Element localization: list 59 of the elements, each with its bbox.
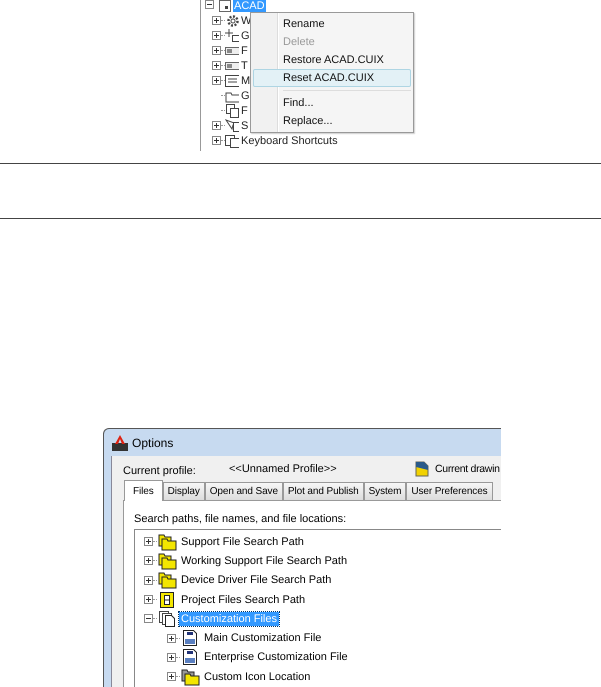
window-title: Options <box>132 436 174 450</box>
expand-icon[interactable] <box>212 136 221 145</box>
cursor-icon <box>225 118 239 132</box>
drawing-label: Current drawin <box>435 463 500 475</box>
menu-item[interactable]: Replace... <box>253 112 411 130</box>
expand-icon[interactable] <box>167 634 176 643</box>
cui-file-icon <box>180 648 200 666</box>
drawing-file-icon <box>415 461 429 477</box>
tree-item[interactable]: Support File Search Path <box>179 534 306 549</box>
tree-item[interactable]: F <box>240 104 249 116</box>
tree-item[interactable]: Project Files Search Path <box>179 592 308 607</box>
tree-item[interactable]: T <box>240 60 249 72</box>
tab[interactable]: Open and Save <box>204 482 283 500</box>
tree-item[interactable]: F <box>240 44 249 56</box>
tree-item[interactable]: G <box>240 30 251 42</box>
collapse-icon[interactable] <box>205 0 214 12</box>
gear-icon <box>225 14 239 28</box>
folders-icon <box>180 668 200 686</box>
menu-item[interactable]: Reset ACAD.CUIX <box>253 69 411 87</box>
expand-icon[interactable] <box>212 121 221 130</box>
expand-icon[interactable] <box>212 46 221 55</box>
list-label: Search paths, file names, and file locations: <box>134 513 348 525</box>
tab[interactable]: Plot and Publish <box>282 482 364 500</box>
menu-item[interactable]: Restore ACAD.CUIX <box>253 51 411 69</box>
expand-icon[interactable] <box>167 652 176 662</box>
tree-item[interactable]: Device Driver File Search Path <box>179 573 334 588</box>
tab[interactable]: Files <box>124 480 163 501</box>
expand-icon[interactable] <box>167 672 176 682</box>
tree-item[interactable]: S <box>240 120 250 132</box>
project-icon <box>157 590 177 609</box>
tree-item[interactable]: Keyboard Shortcuts <box>240 134 339 146</box>
documents-icon <box>157 610 177 628</box>
folders-icon <box>157 552 177 570</box>
profile-name: <<Unnamed Profile>> <box>229 463 338 475</box>
menu-item[interactable]: Rename <box>253 15 411 33</box>
tab[interactable]: Display <box>162 482 205 500</box>
folders-icon <box>157 571 177 590</box>
tab[interactable]: System <box>364 482 406 500</box>
tree-item[interactable]: G <box>240 90 251 102</box>
expand-icon[interactable] <box>212 16 221 25</box>
expand-icon[interactable] <box>144 537 153 546</box>
profile-label: Current profile: <box>123 464 197 476</box>
tree-item[interactable]: Custom Icon Location <box>202 670 312 684</box>
tab[interactable]: User Preferences <box>406 482 493 500</box>
tree-item[interactable]: Main Customization File <box>202 631 324 646</box>
app-logo-icon <box>112 434 128 450</box>
tree-item[interactable]: Enterprise Customization File <box>202 650 350 664</box>
expand-icon[interactable] <box>212 31 221 40</box>
tree-item[interactable]: M <box>240 74 252 86</box>
expand-icon[interactable] <box>144 556 153 566</box>
expand-icon[interactable] <box>144 595 153 604</box>
folders-icon <box>157 532 177 551</box>
tree-item[interactable]: Working Support File Search Path <box>179 554 350 568</box>
cui-file-icon <box>180 629 200 648</box>
expand-icon[interactable] <box>212 76 221 85</box>
menu-item[interactable]: Find... <box>253 94 411 112</box>
collapse-icon[interactable] <box>144 614 153 624</box>
expand-icon[interactable] <box>212 61 221 70</box>
expand-icon[interactable] <box>144 576 153 585</box>
